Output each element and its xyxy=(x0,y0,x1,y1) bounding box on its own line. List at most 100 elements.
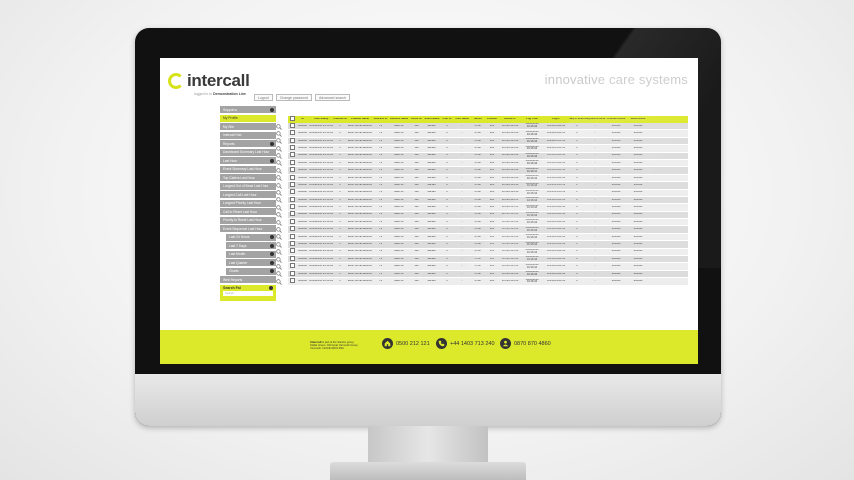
row-checkbox[interactable] xyxy=(289,189,295,195)
magnifier-icon[interactable] xyxy=(276,168,282,174)
table-row[interactable]: 904848 10/04/2014 10:16:44 1 EASTGATE MANOR… xyxy=(276,233,688,242)
table-row[interactable]: 904848 10/04/2014 10:16:44 1 EASTGATE MANOR… xyxy=(276,204,688,212)
sidebar-item[interactable]: Last 7 Days xyxy=(226,242,276,249)
footer-contact-home[interactable]: 0500 212 121 xyxy=(382,338,430,349)
sidebar-item[interactable]: Longest Out of Bead Last Hour xyxy=(220,182,276,190)
expand-icon[interactable] xyxy=(270,158,274,163)
magnifier-icon[interactable] xyxy=(276,249,282,255)
column-header[interactable]: Seq before Reset xyxy=(585,118,605,121)
table-row[interactable]: 904848 10/04/2014 10:16:44 1 EASTGATE MANOR… xyxy=(276,270,688,279)
sidebar-item[interactable]: Longest Priority Last Hour xyxy=(220,199,276,207)
magnifier-icon[interactable] xyxy=(276,219,282,226)
magnifier-icon[interactable] xyxy=(276,145,282,152)
table-row[interactable]: 904848 10/04/2014 10:16:44 1 EASTGATE MANOR… xyxy=(276,167,688,175)
table-row[interactable]: 904848 10/04/2014 10:16:44 1 EASTGATE MANOR… xyxy=(276,137,688,146)
sidebar-item[interactable]: Call to Reset Last Hour xyxy=(220,208,276,215)
column-header[interactable]: ID xyxy=(296,118,309,121)
sidebar-item[interactable]: Last Hour xyxy=(220,157,276,164)
row-checkbox[interactable] xyxy=(289,137,295,143)
magnifier-icon[interactable] xyxy=(276,234,282,241)
magnifier-icon[interactable] xyxy=(276,256,282,263)
row-checkbox[interactable] xyxy=(289,196,295,202)
magnifier-icon[interactable] xyxy=(276,175,282,182)
table-row[interactable]: 904848 10/04/2014 10:16:44 1 EASTGATE MANOR… xyxy=(276,181,688,190)
column-header[interactable]: Previous Event xyxy=(605,118,627,121)
sidebar-item[interactable]: My Profile xyxy=(220,114,276,122)
column-header[interactable]: Address ID xyxy=(373,118,388,121)
table-row[interactable]: 904848 10/04/2014 10:16:44 1 EASTGATE MANOR… xyxy=(276,152,688,160)
row-checkbox[interactable] xyxy=(289,218,295,224)
table-row[interactable]: 904848 10/04/2014 10:16:44 1 EASTGATE MANOR… xyxy=(276,241,688,249)
table-row[interactable]: 904848 10/04/2014 10:16:44 1 EASTGATE MANOR… xyxy=(276,278,688,286)
sidebar-item[interactable]: Event Sequence Last Hour xyxy=(220,225,276,232)
expand-icon[interactable] xyxy=(270,141,274,146)
table-row[interactable]: 904848 10/04/2014 10:16:44 1 EASTGATE MANOR… xyxy=(276,248,688,257)
column-header[interactable]: Event Name xyxy=(423,118,441,121)
magnifier-icon[interactable] xyxy=(276,278,282,285)
magnifier-icon[interactable] xyxy=(276,212,282,219)
sidebar-item[interactable]: Longest Call Last Hour xyxy=(220,191,276,198)
table-row[interactable]: 904848 10/04/2014 10:16:44 1 EASTGATE MANOR… xyxy=(276,144,688,153)
row-checkbox[interactable] xyxy=(289,204,295,210)
column-header[interactable]: Log Time xyxy=(521,118,543,121)
table-row[interactable]: 904848 10/04/2014 10:16:44 1 EASTGATE MANOR… xyxy=(276,226,688,234)
row-checkbox[interactable] xyxy=(289,255,295,261)
column-header[interactable]: Event ID xyxy=(410,118,423,121)
advanced-search-button[interactable]: Advanced search xyxy=(314,94,350,101)
sidebar-item[interactable]: Reports xyxy=(220,140,276,147)
column-header[interactable]: Channel ID xyxy=(333,118,347,121)
change-password-button[interactable]: Change password xyxy=(275,94,312,101)
column-header[interactable]: Log IP xyxy=(543,118,569,121)
row-checkbox[interactable] xyxy=(289,263,295,269)
column-header[interactable]: Device IP xyxy=(499,118,521,121)
magnifier-icon[interactable] xyxy=(276,241,282,248)
magnifier-icon[interactable] xyxy=(276,190,282,196)
search-go-icon[interactable] xyxy=(269,286,273,290)
sidebar-item[interactable]: Event Summary Last Hour xyxy=(220,165,276,173)
column-header[interactable]: User Name xyxy=(453,118,471,121)
sidebar-item[interactable]: Support ▸ xyxy=(220,106,276,113)
column-header[interactable]: Channel Name xyxy=(347,118,373,121)
column-header[interactable]: User ID xyxy=(441,118,453,121)
sidebar-item[interactable]: My Site xyxy=(220,123,276,130)
row-checkbox[interactable] xyxy=(289,130,295,136)
row-checkbox[interactable] xyxy=(289,278,295,283)
row-checkbox[interactable] xyxy=(289,159,295,165)
row-checkbox[interactable] xyxy=(289,233,295,239)
table-row[interactable]: 904848 10/04/2014 10:16:44 1 EASTGATE MANOR… xyxy=(276,189,688,197)
select-all-checkbox[interactable] xyxy=(289,116,295,122)
table-row[interactable]: 904848 10/04/2014 10:16:44 1 EASTGATE MANOR… xyxy=(276,255,688,264)
sidebar-item[interactable]: Last 24 Hours xyxy=(226,233,276,241)
search-input[interactable]: Search xyxy=(223,291,273,296)
column-header[interactable]: Seq in Event xyxy=(569,118,585,121)
row-checkbox[interactable] xyxy=(289,270,295,276)
expand-icon[interactable] xyxy=(270,269,274,273)
sidebar-item[interactable]: Web Reports xyxy=(220,276,276,283)
row-checkbox[interactable] xyxy=(289,144,295,150)
row-checkbox[interactable] xyxy=(289,181,295,187)
magnifier-icon[interactable] xyxy=(276,271,282,278)
sidebar-item[interactable]: Priority to Reset Last Hour xyxy=(220,216,276,224)
expand-icon[interactable] xyxy=(270,107,274,112)
expand-icon[interactable] xyxy=(270,235,274,239)
row-checkbox[interactable] xyxy=(289,211,295,217)
magnifier-icon[interactable] xyxy=(276,182,282,189)
table-row[interactable]: 904848 10/04/2014 10:16:44 1 EASTGATE MANOR… xyxy=(276,196,688,205)
table-row[interactable]: 904848 10/04/2014 10:16:44 1 EASTGATE MANOR… xyxy=(276,159,688,168)
sidebar-item[interactable]: Top Callers Last Hour xyxy=(220,174,276,181)
table-row[interactable]: 904848 10/04/2014 10:16:44 1 EASTGATE MANOR… xyxy=(276,130,688,138)
row-checkbox[interactable] xyxy=(289,241,295,247)
row-checkbox[interactable] xyxy=(289,122,295,128)
sidebar-item[interactable]: Last Month xyxy=(226,250,276,258)
column-header[interactable]: Time Stamp xyxy=(309,118,333,121)
magnifier-icon[interactable] xyxy=(276,205,282,211)
column-header[interactable]: Position xyxy=(485,118,499,121)
expand-icon[interactable] xyxy=(270,252,274,256)
table-row[interactable]: 904848 10/04/2014 10:16:44 1 EASTGATE MANOR… xyxy=(276,218,688,227)
table-row[interactable]: 904848 10/04/2014 10:16:44 1 EASTGATE MANOR… xyxy=(276,174,688,183)
magnifier-icon[interactable] xyxy=(276,131,282,137)
column-header[interactable]: Address Name xyxy=(388,118,410,121)
magnifier-icon[interactable] xyxy=(276,153,282,159)
expand-icon[interactable] xyxy=(270,243,274,248)
magnifier-icon[interactable] xyxy=(276,123,282,130)
